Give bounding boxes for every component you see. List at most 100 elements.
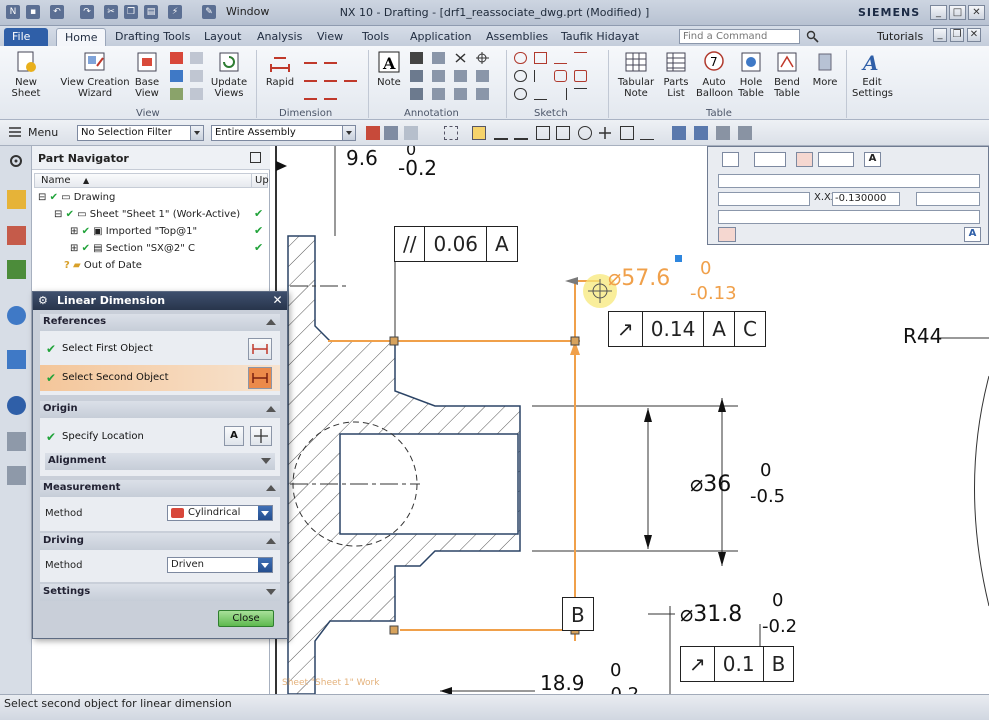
update-views-button[interactable]: Update Views <box>208 50 250 99</box>
value-field[interactable] <box>718 192 810 206</box>
assembly-navigator-icon[interactable] <box>7 190 26 209</box>
prefix-field[interactable] <box>718 174 980 188</box>
image-icon[interactable] <box>432 88 445 100</box>
view-zoom-icon[interactable] <box>694 126 708 140</box>
symbol-icon[interactable] <box>432 70 445 82</box>
doc-restore-button[interactable]: ❐ <box>950 28 964 42</box>
precision-icon[interactable] <box>796 152 813 167</box>
gear-icon[interactable] <box>7 152 26 171</box>
sketch-rectangle-icon[interactable] <box>534 52 547 64</box>
sketch-extend-icon[interactable] <box>554 88 567 100</box>
fcf-icon[interactable] <box>410 52 423 64</box>
upper-tol-field[interactable] <box>916 192 980 206</box>
suffix-field[interactable] <box>718 210 980 224</box>
text-origin-icon[interactable]: A <box>224 426 244 446</box>
sketch-polygon-icon[interactable] <box>574 70 587 82</box>
nav-row-sheet[interactable]: ⊟ ✔ ▭ Sheet "Sheet 1" (Work-Active) <box>54 207 240 223</box>
projected-view-icon[interactable] <box>170 52 183 64</box>
constraint-navigator-icon[interactable] <box>7 226 26 245</box>
break-view-icon[interactable] <box>190 52 203 64</box>
new-sheet-button[interactable]: New Sheet <box>8 50 44 99</box>
centerline-icon[interactable] <box>476 70 489 82</box>
select-first-object-row[interactable]: ✔ Select First Object <box>40 336 280 362</box>
weld-symbol-icon[interactable] <box>454 70 467 82</box>
live-diameter-dim[interactable]: ⌀57.6 <box>608 266 670 291</box>
view-fit-icon[interactable] <box>672 126 686 140</box>
find-command-input[interactable]: Find a Command <box>679 29 800 44</box>
arc-length-dim-icon[interactable] <box>324 88 337 100</box>
reuse-library-icon[interactable] <box>7 306 26 325</box>
snap-endpoint-icon[interactable] <box>494 126 508 140</box>
tutorials-link[interactable]: Tutorials <box>877 30 923 43</box>
nav-row-out-of-date[interactable]: ? ▰ Out of Date <box>64 258 142 274</box>
tolerance-type-dropdown[interactable] <box>754 152 786 167</box>
minimize-button[interactable]: _ <box>930 5 947 20</box>
dialog-gear-icon[interactable]: ⚙ <box>38 294 51 307</box>
part-navigator-icon[interactable] <box>7 260 26 279</box>
note-button[interactable]: A Note <box>374 50 404 88</box>
dim-diameter-36[interactable]: ⌀36 <box>690 472 731 497</box>
base-view-button[interactable]: Base View <box>132 50 162 99</box>
fcf-runout-b[interactable]: ↗ 0.1 B <box>680 646 795 682</box>
close-window-button[interactable]: ✕ <box>968 5 985 20</box>
datum-feature-icon[interactable] <box>410 70 423 82</box>
radial-dim-icon[interactable] <box>304 70 317 82</box>
search-icon[interactable] <box>806 30 819 43</box>
selection-filter-dropdown[interactable]: No Selection Filter <box>77 125 204 141</box>
tabular-note-button[interactable]: Tabular Note <box>614 50 658 99</box>
selection-scope-dropdown[interactable]: Entire Assembly <box>211 125 356 141</box>
section-view-icon[interactable] <box>170 70 183 82</box>
section-settings[interactable]: Settings <box>40 584 280 601</box>
doc-minimize-button[interactable]: _ <box>933 28 947 42</box>
sketch-trim-icon[interactable] <box>534 88 547 100</box>
parts-list-button[interactable]: Parts List <box>660 50 692 99</box>
hd3d-tools-icon[interactable] <box>7 350 26 369</box>
view-creation-wizard-button[interactable]: View Creation Wizard <box>60 50 130 99</box>
maximize-button[interactable]: □ <box>949 5 966 20</box>
sketch-circle-icon[interactable] <box>514 70 527 82</box>
edit-settings-button[interactable]: A Edit Settings <box>852 50 893 99</box>
fcf-parallelism[interactable]: // 0.06 A <box>394 226 518 262</box>
tab-home[interactable]: Home <box>56 28 107 46</box>
hatch-icon[interactable] <box>476 88 489 100</box>
sketch-fillet-icon[interactable] <box>554 70 567 82</box>
sketch-spline-icon[interactable] <box>514 52 527 64</box>
ordinate-dim-icon[interactable] <box>344 70 357 82</box>
select-second-pick-button[interactable] <box>248 367 272 389</box>
section-origin[interactable]: Origin <box>40 401 280 418</box>
tab-assemblies[interactable]: Assemblies <box>478 28 556 46</box>
section-measurement[interactable]: Measurement <box>40 480 280 497</box>
close-icon-x[interactable] <box>454 52 467 64</box>
feature-control-icon[interactable] <box>432 52 445 64</box>
select-features-icon[interactable] <box>366 126 380 140</box>
column-name[interactable]: Name <box>41 174 71 187</box>
specify-location-row[interactable]: ✔ Specify Location A <box>40 424 280 450</box>
rapid-dimension-button[interactable]: Rapid <box>262 50 298 88</box>
tolerance-field[interactable]: -0.130000 <box>832 192 900 206</box>
driving-method-select[interactable]: Driven <box>167 557 273 573</box>
sketch-point-icon[interactable] <box>534 70 547 82</box>
broken-out-icon[interactable] <box>190 88 203 100</box>
tab-taufik-hidayat[interactable]: Taufik Hidayat <box>553 28 647 46</box>
snap-on-curve-icon[interactable] <box>640 126 654 140</box>
section-driving[interactable]: Driving <box>40 533 280 550</box>
snap-point-icon[interactable] <box>472 126 486 140</box>
tab-file[interactable]: File <box>4 28 48 46</box>
sketch-line-icon[interactable] <box>554 52 567 64</box>
snap-quadrant-icon[interactable] <box>598 126 612 140</box>
angular-dim-icon[interactable] <box>304 88 317 100</box>
close-button[interactable]: Close <box>218 610 274 627</box>
view-break-icon[interactable] <box>190 70 203 82</box>
system-materials-icon[interactable] <box>7 432 26 451</box>
column-up[interactable]: Up <box>251 174 269 187</box>
nav-row-section-view[interactable]: ⊞ ✔ ▤ Section "SX@2" C <box>70 241 195 257</box>
maximize-panel-icon[interactable] <box>250 152 261 163</box>
history-icon[interactable] <box>7 396 26 415</box>
section-references[interactable]: References <box>40 314 280 331</box>
auto-balloon-button[interactable]: 7 Auto Balloon <box>696 50 733 99</box>
settings-text-icon[interactable]: A <box>964 227 981 242</box>
dim-9-6[interactable]: 9.6 <box>346 146 378 170</box>
tab-tools[interactable]: Tools <box>354 28 397 46</box>
datum-b-box[interactable]: B <box>562 597 594 631</box>
measurement-method-select[interactable]: Cylindrical <box>167 505 273 521</box>
